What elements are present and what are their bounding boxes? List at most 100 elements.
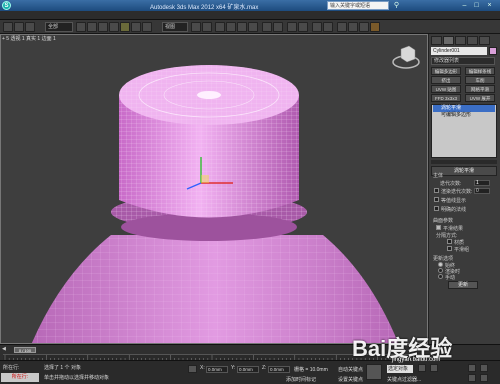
- add-time-tag[interactable]: 添加时间标记: [286, 376, 316, 383]
- isoline-label: 等值线显示: [441, 198, 467, 204]
- window-crossing-icon[interactable]: [109, 22, 119, 32]
- modifier-button[interactable]: 车削: [465, 76, 495, 84]
- perspective-viewport[interactable]: [0, 34, 428, 344]
- render-iters-value: 0: [476, 188, 479, 194]
- percent-snap-icon[interactable]: [237, 22, 247, 32]
- curve-editor-icon[interactable]: [312, 22, 322, 32]
- create-tab-icon[interactable]: [431, 36, 442, 45]
- smooth-result-label: 平滑结果: [443, 226, 464, 232]
- undo-icon[interactable]: [3, 22, 13, 32]
- modify-tab-icon[interactable]: [443, 36, 454, 45]
- prompt-hint: 单击并拖动以选择并移动对象: [44, 375, 110, 381]
- angle-snap-icon[interactable]: [226, 22, 236, 32]
- prev-frame-icon[interactable]: ◀: [2, 346, 6, 352]
- update-manual-label: 手动: [445, 275, 456, 281]
- snap-toggle-icon[interactable]: [215, 22, 225, 32]
- render-iters-checkbox[interactable]: [434, 188, 439, 193]
- schematic-view-icon[interactable]: [323, 22, 333, 32]
- render-setup-icon[interactable]: [348, 22, 358, 32]
- y-label: Y:: [231, 365, 236, 371]
- select-move-icon[interactable]: [120, 22, 130, 32]
- select-scale-icon[interactable]: [142, 22, 152, 32]
- select-manipulate-icon[interactable]: [202, 22, 212, 32]
- update-always-radio[interactable]: [438, 262, 443, 267]
- update-button[interactable]: 更新: [448, 281, 478, 289]
- separate-label: 分隔方式:: [436, 233, 458, 239]
- close-icon[interactable]: ×: [485, 1, 494, 10]
- modifier-button[interactable]: UVW 贴图: [431, 85, 461, 93]
- object-name-field[interactable]: Cylinder001: [431, 47, 487, 55]
- modifier-button[interactable]: 编辑多边形: [431, 67, 461, 75]
- goto-end-icon[interactable]: [430, 364, 438, 372]
- minimize-icon[interactable]: –: [460, 1, 469, 10]
- y-coordinate-field[interactable]: 0.0mm: [237, 366, 259, 373]
- reference-coordinate-dropdown[interactable]: 视图: [162, 22, 188, 32]
- align-icon[interactable]: [273, 22, 283, 32]
- select-by-name-icon[interactable]: [87, 22, 97, 32]
- modifier-button[interactable]: UVW 展开: [465, 94, 495, 102]
- smoothing-groups-label: 平滑组: [454, 247, 470, 253]
- set-key-button[interactable]: 设置关键点: [338, 376, 363, 383]
- key-filters-button[interactable]: 关键点过滤器...: [387, 376, 421, 383]
- rectangular-selection-icon[interactable]: [98, 22, 108, 32]
- update-manual-radio[interactable]: [438, 274, 443, 279]
- smoothing-groups-checkbox[interactable]: [447, 246, 452, 251]
- render-production-icon[interactable]: [370, 22, 380, 32]
- stack-item-turbosmooth[interactable]: 涡轮平滑: [433, 105, 495, 112]
- maximize-viewport-icon[interactable]: [480, 374, 488, 382]
- update-options-label: 更新选项: [433, 256, 454, 262]
- material-editor-icon[interactable]: [337, 22, 347, 32]
- main-group-label: 主体: [433, 173, 444, 179]
- mirror-icon[interactable]: [262, 22, 272, 32]
- pivot-center-icon[interactable]: [191, 22, 201, 32]
- maxscript-label: 所在行:: [3, 365, 20, 371]
- hierarchy-tab-icon[interactable]: [455, 36, 466, 45]
- materials-checkbox[interactable]: [447, 239, 452, 244]
- auto-key-button[interactable]: 自动关键点: [338, 366, 363, 373]
- isoline-checkbox[interactable]: [434, 197, 439, 202]
- layer-manager-icon[interactable]: [287, 22, 297, 32]
- modifier-button[interactable]: 编辑样条线: [465, 67, 495, 75]
- orbit-icon[interactable]: [480, 364, 488, 372]
- update-rendering-radio[interactable]: [438, 268, 443, 273]
- set-key-icon[interactable]: [366, 364, 382, 380]
- materials-label: 材质: [454, 240, 465, 246]
- maxscript-listener[interactable]: 所在行:: [1, 373, 39, 382]
- explicit-normals-checkbox[interactable]: [434, 206, 439, 211]
- z-label: Z:: [262, 365, 267, 371]
- spinner-snap-icon[interactable]: [248, 22, 258, 32]
- 3ds-max-logo-icon[interactable]: S: [2, 1, 11, 10]
- select-rotate-icon[interactable]: [131, 22, 141, 32]
- x-coordinate-field[interactable]: 0.0mm: [206, 366, 228, 373]
- redo-icon[interactable]: [14, 22, 24, 32]
- surface-params-label: 曲面参数: [433, 218, 454, 224]
- lock-selection-icon[interactable]: [188, 365, 197, 373]
- display-tab-icon[interactable]: [479, 36, 490, 45]
- stack-item-editable-poly[interactable]: 可编辑多边形: [433, 112, 495, 119]
- selected-objects-dropdown[interactable]: 选定对象: [387, 365, 413, 373]
- modifier-button[interactable]: 网格平滑: [465, 85, 495, 93]
- modifier-list-dropdown[interactable]: 修改器列表: [431, 57, 495, 65]
- play-icon[interactable]: [418, 364, 426, 372]
- time-slider[interactable]: 0 / 100: [14, 347, 36, 353]
- viewport-label[interactable]: + 5 透视 1 真实 1 边面 1: [2, 35, 56, 42]
- menu-bar[interactable]: [0, 11, 500, 20]
- graphite-tools-icon[interactable]: [298, 22, 308, 32]
- modifier-button[interactable]: FFD 3x3x3: [431, 94, 461, 102]
- explicit-normals-label: 明确的法线: [441, 207, 467, 213]
- rendered-frame-icon[interactable]: [359, 22, 369, 32]
- smooth-result-checkbox[interactable]: [436, 225, 441, 230]
- zoom-icon[interactable]: [468, 364, 476, 372]
- link-icon[interactable]: [25, 22, 35, 32]
- z-coordinate-field[interactable]: 0.0mm: [268, 366, 290, 373]
- search-icon[interactable]: ⚲: [392, 1, 401, 10]
- search-input[interactable]: 输入关键字或短语: [327, 1, 389, 10]
- select-object-icon[interactable]: [76, 22, 86, 32]
- object-color-swatch[interactable]: [489, 47, 497, 55]
- motion-tab-icon[interactable]: [467, 36, 478, 45]
- stack-toolbar[interactable]: [431, 160, 497, 164]
- selection-filter-dropdown[interactable]: 全部: [45, 22, 73, 32]
- modifier-button[interactable]: 挤出: [431, 76, 461, 84]
- pan-icon[interactable]: [468, 374, 476, 382]
- maximize-icon[interactable]: □: [472, 1, 481, 10]
